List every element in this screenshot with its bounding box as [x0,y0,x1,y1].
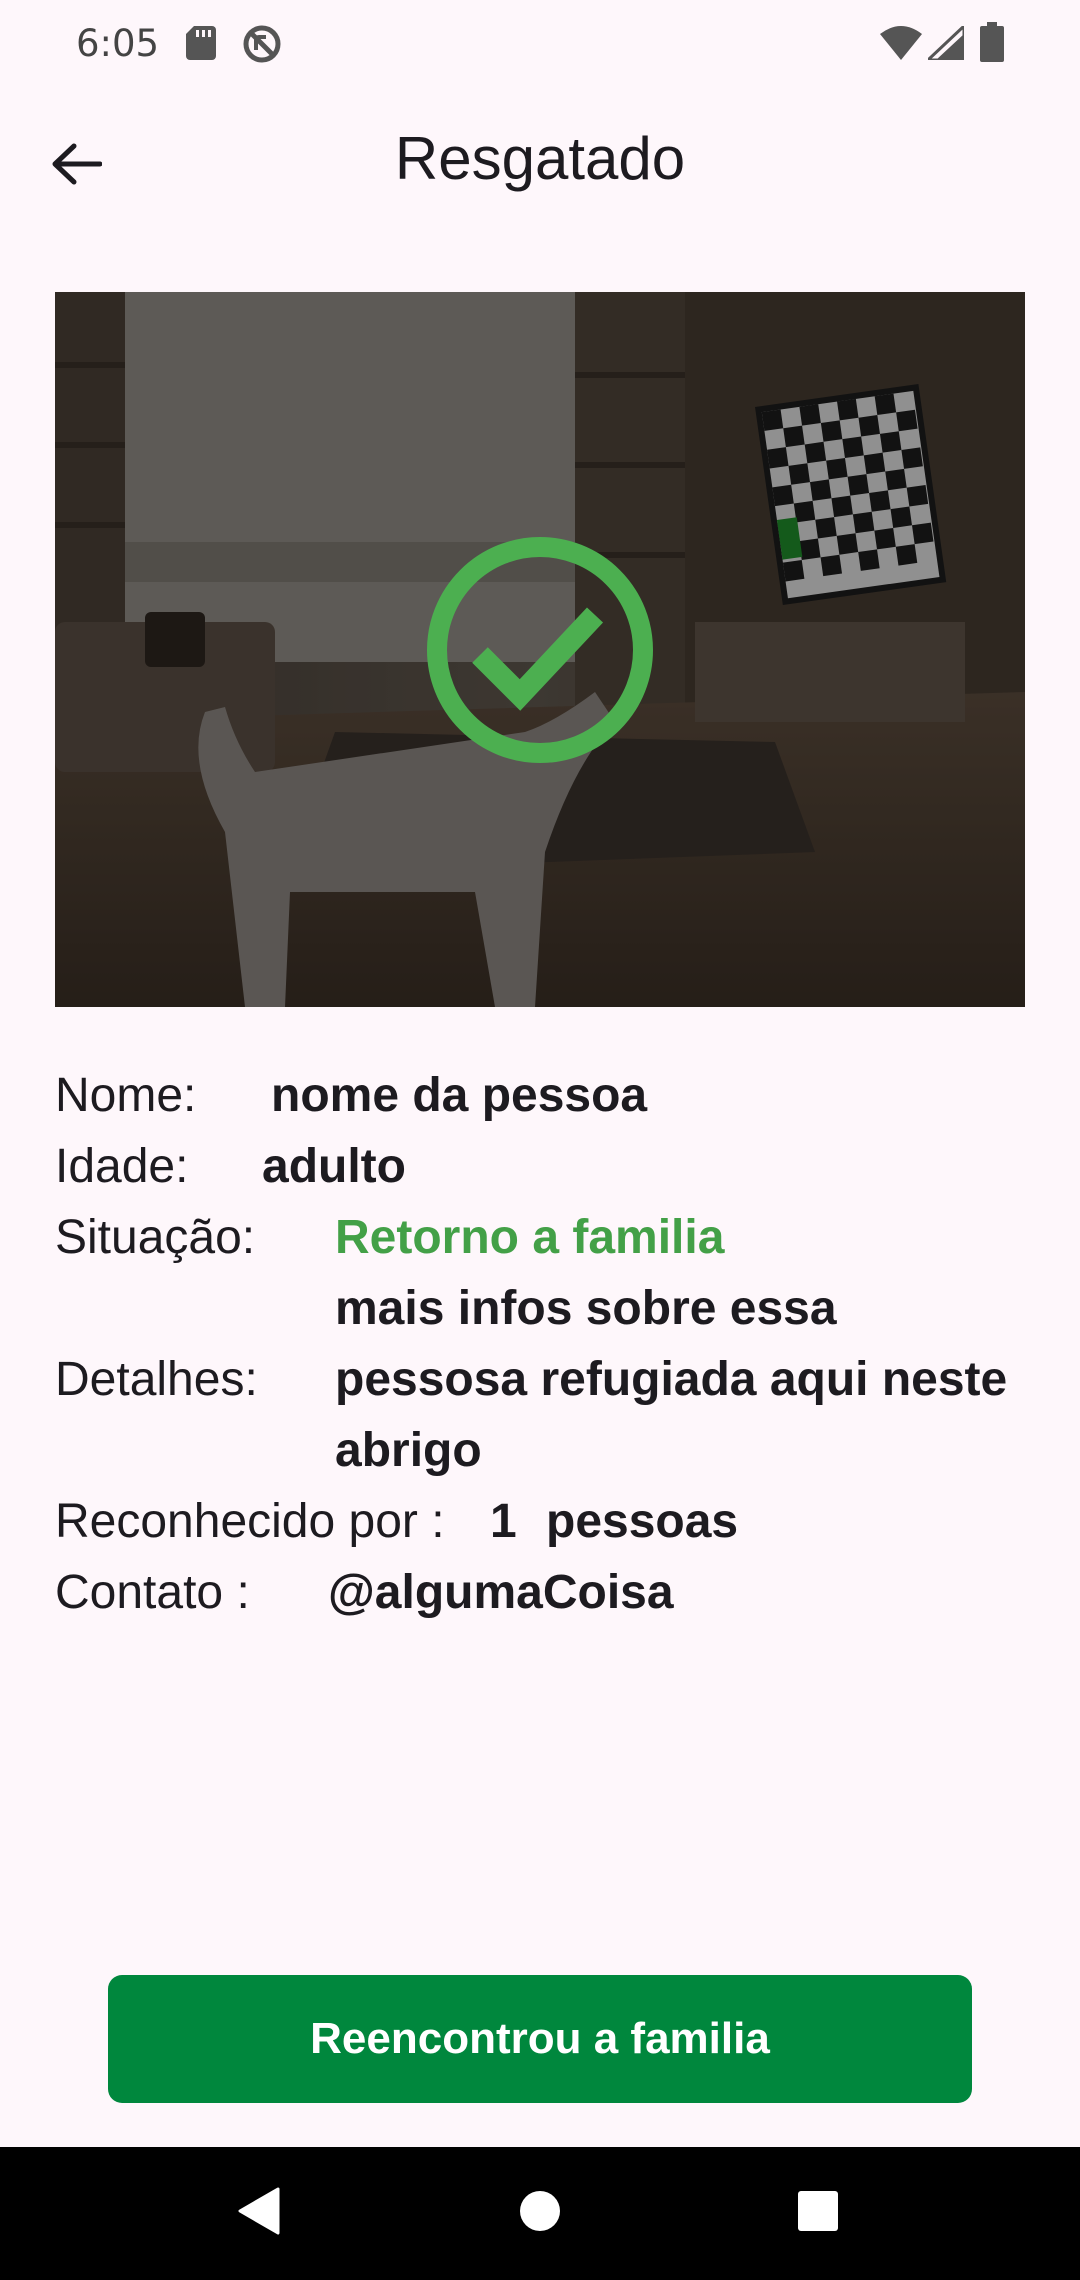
situation-row: Situação: [55,1202,255,1273]
do-not-disturb-icon [242,24,282,69]
details-line3-wrap: abrigo [335,1415,482,1486]
details-line2-wrap: pessosa refugiada aqui neste [335,1344,1007,1415]
reunited-family-button[interactable]: Reencontrou a familia [108,1975,972,2103]
details-value-line3: abrigo [335,1424,482,1477]
contact-label: Contato : [55,1566,250,1619]
check-circle-icon [425,535,655,765]
recognized-unit: pessoas [546,1495,739,1548]
home-circle-icon [518,2189,562,2238]
contact-value-wrap: @algumaCoisa [328,1557,674,1628]
name-label: Nome: [55,1069,197,1122]
name-value-wrap: nome da pessoa [271,1060,647,1131]
details-label: Detalhes: [55,1353,258,1406]
recents-square-icon [797,2190,839,2237]
sd-card-icon [186,26,216,65]
nav-recents-button[interactable] [786,2181,850,2245]
details-value-line1: mais infos sobre essa [335,1282,837,1335]
details-row: Detalhes: [55,1344,258,1415]
nav-home-button[interactable] [508,2181,572,2245]
system-nav-bar [0,2147,1080,2280]
name-value: nome da pessoa [271,1069,648,1122]
app-bar: Resgatado [0,100,1080,220]
recognized-row: Reconhecido por : [55,1486,445,1557]
details-value-line2: pessosa refugiada aqui neste [335,1353,1008,1406]
age-value-wrap: adulto [262,1131,406,1202]
recognized-count-wrap: 1 [490,1486,517,1557]
battery-icon [980,22,1004,67]
situation-label: Situação: [55,1211,256,1264]
age-label: Idade: [55,1140,189,1193]
rescued-photo [55,292,1025,1007]
contact-row: Contato : [55,1557,250,1628]
age-value: adulto [262,1140,406,1193]
contact-value[interactable]: @algumaCoisa [328,1566,674,1619]
name-row: Nome: [55,1060,196,1131]
page-title: Resgatado [394,125,686,192]
age-row: Idade: [55,1131,188,1202]
situation-value: Retorno a familia [335,1211,725,1264]
details-line1-wrap: mais infos sobre essa [335,1273,837,1344]
nav-back-button[interactable] [226,2181,290,2245]
status-time: 6:05 [76,22,160,65]
recognized-label: Reconhecido por : [55,1495,445,1548]
back-triangle-icon [236,2187,280,2240]
signal-icon [924,22,966,65]
situation-value-wrap: Retorno a familia [335,1202,724,1273]
recognized-count: 1 [490,1495,517,1548]
status-bar: 6:05 [0,0,1080,88]
wifi-icon [880,26,922,65]
recognized-unit-wrap: pessoas [546,1486,738,1557]
